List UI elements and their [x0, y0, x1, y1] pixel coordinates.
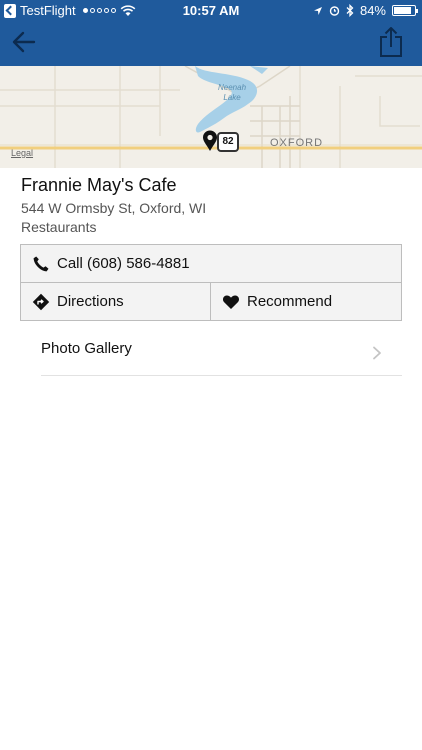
chevron-right-icon [373, 346, 381, 360]
directions-label: Directions [57, 293, 124, 310]
call-label: Call (608) 586-4881 [57, 255, 190, 272]
recommend-button[interactable]: Recommend [211, 283, 401, 320]
place-category: Restaurants [21, 219, 97, 235]
directions-button[interactable]: Directions [21, 283, 211, 320]
lake-label: Neenah Lake [218, 83, 247, 102]
battery-icon [392, 5, 418, 16]
town-label: OXFORD [270, 137, 324, 149]
map-canvas [0, 66, 422, 168]
share-icon[interactable] [378, 26, 404, 58]
map-legal-link[interactable]: Legal [11, 148, 33, 158]
route-shield: 82 [217, 132, 239, 152]
battery-percent: 84% [359, 3, 386, 18]
heart-icon [222, 294, 240, 309]
place-address: 544 W Ormsby St, Oxford, WI [21, 200, 207, 216]
action-panel: Call (608) 586-4881 Directions Recommend [20, 244, 402, 321]
photo-gallery-row[interactable]: Photo Gallery [41, 330, 402, 376]
place-name: Frannie May's Cafe [21, 175, 177, 195]
location-map[interactable]: 82 Neenah Lake OXFORD Legal [0, 66, 422, 168]
recommend-label: Recommend [247, 293, 333, 310]
alarm-icon [329, 6, 340, 16]
arrow-left-icon[interactable] [10, 28, 38, 56]
status-bar: TestFlight 10:57 AM 84% [0, 0, 422, 22]
map-pin-icon[interactable] [202, 130, 218, 152]
call-button[interactable]: Call (608) 586-4881 [21, 245, 401, 283]
phone-icon [33, 256, 49, 271]
bluetooth-icon [346, 4, 354, 17]
directions-icon [32, 293, 50, 310]
app-header: TestFlight 10:57 AM 84% [0, 0, 422, 66]
location-arrow-icon [313, 6, 322, 15]
photo-gallery-label: Photo Gallery [41, 340, 132, 357]
